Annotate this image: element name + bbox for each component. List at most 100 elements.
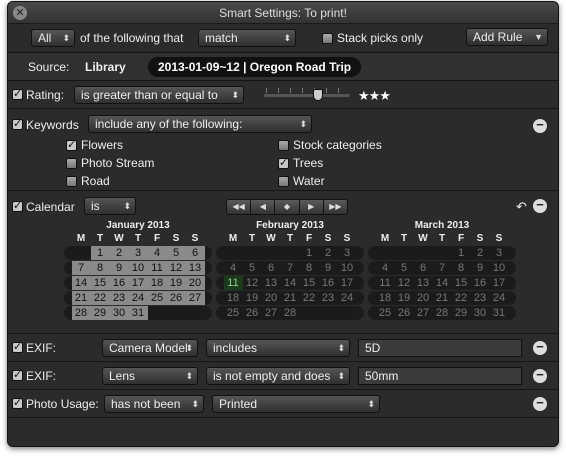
calendar-day[interactable]: 28 (71, 306, 91, 320)
calendar-day[interactable]: 1 (90, 246, 110, 260)
calendar-day[interactable]: 4 (147, 246, 167, 260)
stack-picks-checkbox[interactable] (322, 33, 333, 44)
keywords-checkbox[interactable]: ✓ (12, 119, 23, 130)
calendar-day[interactable]: 2 (109, 246, 129, 260)
exif-checkbox[interactable]: ✓ (12, 342, 23, 353)
calendar-day[interactable]: 15 (90, 276, 110, 290)
calendar-day[interactable]: 16 (319, 276, 338, 290)
calendar-day[interactable]: 16 (471, 276, 490, 290)
keyword-checkbox-trees[interactable]: ✓ (278, 158, 289, 169)
rating-operator-popup[interactable]: is greater than or equal to ⬍ (74, 86, 244, 104)
calendar-day[interactable]: 14 (71, 276, 91, 290)
remove-exif-rule-icon[interactable]: − (533, 340, 547, 355)
calendar-day[interactable]: 14 (433, 276, 452, 290)
calendar-day[interactable]: 25 (376, 306, 395, 320)
calendar-day[interactable]: 27 (414, 306, 433, 320)
calendar-day[interactable]: 9 (471, 261, 490, 275)
calendar-day[interactable]: 23 (319, 291, 338, 305)
calendar-day[interactable]: 30 (471, 306, 490, 320)
calendar-day[interactable]: 3 (128, 246, 148, 260)
remove-exif-rule-icon[interactable]: − (533, 368, 547, 383)
exif-value-field[interactable]: 50mm (358, 367, 522, 385)
calendar-day[interactable]: 5 (166, 246, 186, 260)
photo-usage-checkbox[interactable]: ✓ (12, 398, 23, 409)
calendar-day[interactable]: 26 (166, 291, 186, 305)
calendar-day[interactable]: 26 (395, 306, 414, 320)
calendar-day[interactable]: 10 (490, 261, 509, 275)
calendar-day[interactable]: 7 (281, 261, 300, 275)
calendar-operator-popup[interactable]: is ⬍ (84, 197, 136, 215)
calendar-day[interactable]: 21 (281, 291, 300, 305)
next-icon[interactable]: ▶ (299, 200, 324, 214)
today-icon[interactable]: ◆ (275, 200, 300, 214)
calendar-day[interactable]: 10 (338, 261, 357, 275)
calendar-day[interactable]: 12 (395, 276, 414, 290)
calendar-day[interactable]: 2 (319, 246, 338, 260)
calendar-day[interactable]: 17 (338, 276, 357, 290)
exif-operator-popup[interactable]: includes ⬍ (206, 339, 350, 357)
reset-icon[interactable]: ↶ (516, 199, 527, 215)
calendar-day[interactable]: 12 (166, 261, 186, 275)
calendar-day[interactable]: 16 (109, 276, 129, 290)
exif-operator-popup[interactable]: is not empty and does ⬍ (206, 367, 350, 385)
calendar-day[interactable]: 24 (128, 291, 148, 305)
calendar-day[interactable]: 9 (319, 261, 338, 275)
calendar-day[interactable]: 7 (433, 261, 452, 275)
calendar-day[interactable]: 19 (166, 276, 186, 290)
calendar-day[interactable]: 15 (300, 276, 319, 290)
calendar-day[interactable]: 6 (185, 246, 205, 260)
calendar-day[interactable]: 13 (414, 276, 433, 290)
calendar-day[interactable]: 17 (490, 276, 509, 290)
calendar-day[interactable]: 27 (185, 291, 205, 305)
calendar-day[interactable]: 31 (128, 306, 148, 320)
calendar-day[interactable]: 29 (90, 306, 110, 320)
calendar-day[interactable]: 28 (433, 306, 452, 320)
calendar-day[interactable]: 2 (471, 246, 490, 260)
calendar-day[interactable]: 11 (223, 276, 243, 290)
calendar-day[interactable]: 3 (338, 246, 357, 260)
rewind-icon[interactable]: ◀◀ (227, 200, 252, 214)
source-project-pill[interactable]: 2013-01-09~12 | Oregon Road Trip (148, 57, 362, 77)
calendar-day[interactable]: 28 (281, 306, 300, 320)
photo-usage-value-popup[interactable]: Printed ⬍ (212, 395, 380, 413)
calendar-day[interactable]: 13 (185, 261, 205, 275)
remove-calendar-rule-icon[interactable]: − (533, 198, 547, 213)
calendar-day[interactable]: 19 (243, 291, 262, 305)
calendar-day[interactable]: 23 (109, 291, 129, 305)
calendar-day[interactable]: 26 (243, 306, 262, 320)
calendar-day[interactable]: 25 (224, 306, 243, 320)
calendar-day[interactable]: 4 (224, 261, 243, 275)
slider-knob[interactable] (313, 89, 323, 101)
exif-checkbox[interactable]: ✓ (12, 370, 23, 381)
calendar-day[interactable]: 22 (300, 291, 319, 305)
calendar-day[interactable]: 12 (243, 276, 262, 290)
calendar-day[interactable]: 31 (490, 306, 509, 320)
calendar-day[interactable]: 18 (224, 291, 243, 305)
calendar-day[interactable]: 9 (109, 261, 129, 275)
calendar-day[interactable]: 6 (262, 261, 281, 275)
add-rule-button[interactable]: Add Rule ▼ (466, 28, 548, 46)
calendar-day[interactable]: 1 (300, 246, 319, 260)
calendar-day[interactable]: 13 (262, 276, 281, 290)
calendar-day[interactable]: 1 (452, 246, 471, 260)
calendar-day[interactable]: 30 (109, 306, 129, 320)
calendar-checkbox[interactable]: ✓ (12, 201, 23, 212)
rating-checkbox[interactable]: ✓ (12, 89, 23, 100)
calendar-day[interactable]: 5 (243, 261, 262, 275)
calendar-day[interactable]: 27 (262, 306, 281, 320)
calendar-day[interactable]: 18 (376, 291, 395, 305)
photo-usage-operator-popup[interactable]: has not been ⬍ (104, 395, 204, 413)
calendar-day[interactable]: 20 (185, 276, 205, 290)
calendar-day[interactable]: 20 (414, 291, 433, 305)
calendar-day[interactable]: 22 (452, 291, 471, 305)
calendar-day[interactable]: 8 (90, 261, 110, 275)
calendar-day[interactable]: 14 (281, 276, 300, 290)
keyword-checkbox-water[interactable] (278, 176, 289, 187)
calendar-day[interactable]: 6 (414, 261, 433, 275)
calendar-day[interactable]: 11 (147, 261, 167, 275)
calendar-day[interactable]: 21 (71, 291, 91, 305)
calendar-day[interactable]: 4 (376, 261, 395, 275)
exif-field-popup[interactable]: Lens ⬍ (102, 367, 198, 385)
calendar-day[interactable]: 25 (147, 291, 167, 305)
match-scope-popup[interactable]: All ⬍ (31, 29, 75, 47)
